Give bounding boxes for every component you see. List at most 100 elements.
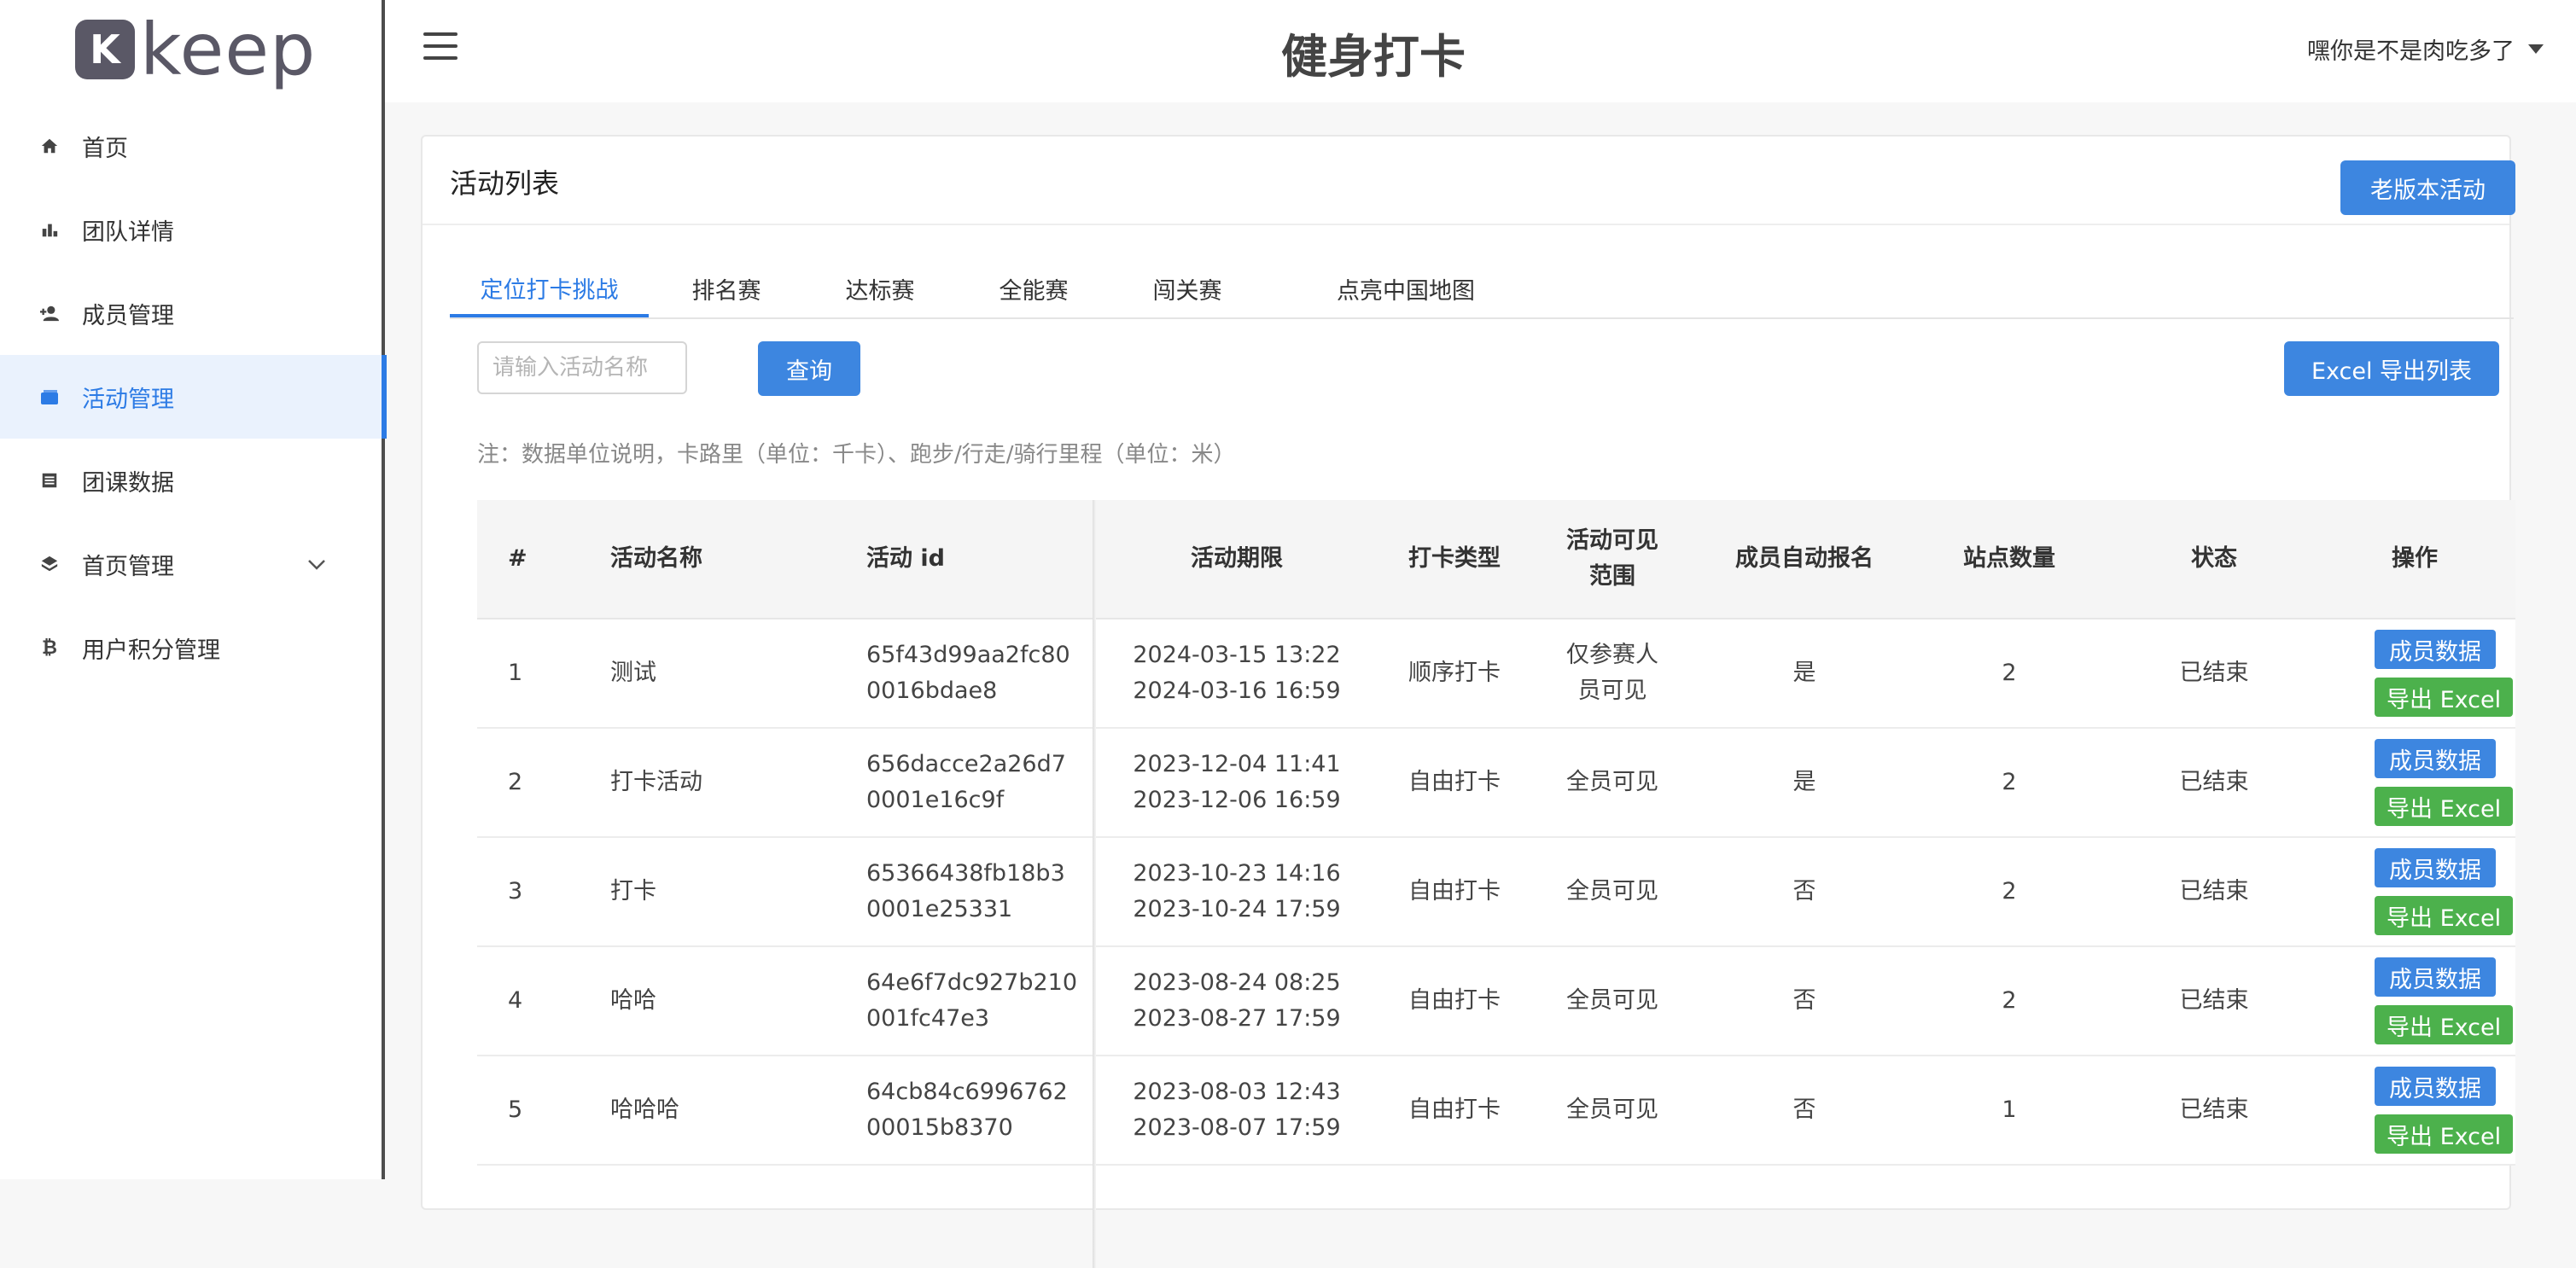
cell-actions: 成员数据 导出 Excel [2375,838,2513,945]
unit-note: 注：数据单位说明，卡路里（单位：千卡）、跑步/行走/骑行里程（单位：米） [477,442,1236,468]
cell-site-count: 2 [2002,878,2017,904]
bar-chart-icon [38,218,61,241]
cell-id-line1: 64cb84c6996762 [866,1079,1068,1105]
sidebar-item-points[interactable]: ₿ 用户积分管理 [0,606,385,689]
chevron-down-icon[interactable] [307,552,326,576]
sidebar-item-activities[interactable]: 活动管理 [0,355,387,439]
export-excel-button[interactable]: 导出 Excel [2375,1114,2513,1154]
sidebar: K keep 首页 团队详情 成员管理 活动管理 团课数据 首页管理 ₿ 用户积… [0,0,387,1179]
cell-index: 2 [508,769,523,795]
table-row: 3 打卡 65366438fb18b3 0001e25331 2023-10-2… [477,838,2515,947]
user-name: 嘿你是不是肉吃多了 [2307,38,2515,65]
cell-auto-signup: 是 [1792,660,1816,686]
cell-visibility: 全员可见 [1566,1096,1658,1123]
tab-all-round[interactable]: 全能赛 [982,261,1085,316]
table-header: # 活动名称 活动 id 活动期限 打卡类型 活动可见 范围 成员自动报名 站点… [477,500,2515,619]
col-name: 活动名称 [610,545,702,572]
cell-id-line2: 0001e25331 [866,896,1013,922]
card-title: 活动列表 [450,167,560,200]
cell-actions: 成员数据 导出 Excel [2375,1056,2513,1164]
excel-export-button[interactable]: Excel 导出列表 [2284,341,2499,396]
cell-auto-signup: 是 [1792,769,1816,795]
cell-checkin-type: 自由打卡 [1408,769,1501,795]
layers-icon [38,552,61,576]
cell-site-count: 2 [2002,660,2017,686]
old-version-activity-button[interactable]: 老版本活动 [2340,160,2515,215]
sidebar-item-home[interactable]: 首页 [0,104,385,188]
page-title: 健身打卡 [1281,30,1466,84]
export-excel-button[interactable]: 导出 Excel [2375,787,2513,826]
keep-logo[interactable]: K keep [75,9,316,90]
cell-site-count: 2 [2002,987,2017,1014]
cell-visibility: 仅参赛人 员可见 [1566,642,1658,704]
activity-list-card: 活动列表 老版本活动 定位打卡挑战 排名赛 达标赛 全能赛 闯关赛 点亮中国地图… [421,135,2515,1268]
cell-id-line1: 65366438fb18b3 [866,860,1065,887]
sidebar-item-members[interactable]: 成员管理 [0,271,385,355]
home-icon [38,134,61,158]
member-data-button[interactable]: 成员数据 [2375,739,2496,778]
cell-checkin-type: 自由打卡 [1408,987,1501,1014]
col-period: 活动期限 [1191,545,1283,572]
sidebar-item-label: 成员管理 [82,302,174,329]
cell-status: 已结束 [2179,878,2249,904]
cell-start-time: 2023-10-23 14:16 [1133,860,1341,887]
logo-word: keep [140,8,317,91]
cell-id-line1: 64e6f7dc927b210 [866,969,1078,996]
sidebar-item-class-data[interactable]: 团课数据 [0,439,385,522]
cell-id-line2: 0001e16c9f [866,787,1005,813]
cell-id: 64e6f7dc927b210 001fc47e3 [866,947,1077,1055]
search-input[interactable] [477,341,687,394]
logo-mark: K [75,20,135,79]
col-site-count: 站点数量 [1963,545,2055,572]
export-excel-button[interactable]: 导出 Excel [2375,1005,2513,1044]
user-menu[interactable]: 嘿你是不是肉吃多了 [2307,32,2544,66]
tab-light-china-map[interactable]: 点亮中国地图 [1303,261,1508,316]
col-checkin-type: 打卡类型 [1408,545,1501,572]
member-data-button[interactable]: 成员数据 [2375,630,2496,669]
sidebar-nav: 首页 团队详情 成员管理 活动管理 团课数据 首页管理 ₿ 用户积分管理 [0,104,387,689]
cell-id: 65f43d99aa2fc80 0016bdae8 [866,619,1070,727]
table-body: 1 测试 65f43d99aa2fc80 0016bdae8 2024-03-1… [477,619,2515,1166]
cell-actions: 成员数据 导出 Excel [2375,947,2513,1055]
cell-actions: 成员数据 导出 Excel [2375,729,2513,836]
cell-id-line2: 001fc47e3 [866,1005,990,1032]
card-header: 活动列表 老版本活动 [423,137,2515,225]
cell-site-count: 1 [2002,1096,2017,1123]
cell-auto-signup: 否 [1792,878,1816,904]
sidebar-item-label: 首页管理 [82,553,174,580]
sidebar-item-label: 团课数据 [82,469,174,497]
col-status: 状态 [2191,545,2237,572]
cell-id-line1: 656dacce2a26d7 [866,751,1066,777]
tab-stage[interactable]: 闯关赛 [1136,261,1238,316]
cell-name: 测试 [610,660,656,686]
member-data-button[interactable]: 成员数据 [2375,957,2496,997]
sidebar-item-team-details[interactable]: 团队详情 [0,188,385,271]
cell-end-time: 2023-08-07 17:59 [1133,1114,1341,1141]
list-icon [38,468,61,492]
cell-index: 5 [508,1096,523,1123]
cell-period: 2023-08-24 08:25 2023-08-27 17:59 [1096,947,1378,1055]
sidebar-item-homepage-management[interactable]: 首页管理 [0,522,385,606]
query-button[interactable]: 查询 [758,341,860,396]
export-excel-button[interactable]: 导出 Excel [2375,678,2513,717]
cell-start-time: 2023-08-24 08:25 [1133,969,1341,996]
caret-down-icon [2528,44,2544,54]
cell-id: 656dacce2a26d7 0001e16c9f [866,729,1066,836]
cell-visibility: 全员可见 [1566,987,1658,1014]
cell-name: 哈哈哈 [610,1096,679,1123]
tab-target[interactable]: 达标赛 [829,261,931,316]
sidebar-item-label: 首页 [82,135,128,162]
cell-end-time: 2023-08-27 17:59 [1133,1005,1341,1032]
table-row: 1 测试 65f43d99aa2fc80 0016bdae8 2024-03-1… [477,619,2515,729]
cell-visibility: 全员可见 [1566,878,1658,904]
export-excel-button[interactable]: 导出 Excel [2375,896,2513,935]
cell-period: 2023-10-23 14:16 2023-10-24 17:59 [1096,838,1378,945]
cell-checkin-type: 顺序打卡 [1408,660,1501,686]
tab-ranking[interactable]: 排名赛 [675,261,778,316]
col-auto-signup: 成员自动报名 [1735,545,1874,572]
tab-location-checkin[interactable]: 定位打卡挑战 [450,261,649,317]
cell-start-time: 2023-12-04 11:41 [1133,751,1341,777]
member-data-button[interactable]: 成员数据 [2375,848,2496,887]
member-data-button[interactable]: 成员数据 [2375,1067,2496,1106]
cell-actions: 成员数据 导出 Excel [2375,619,2513,727]
